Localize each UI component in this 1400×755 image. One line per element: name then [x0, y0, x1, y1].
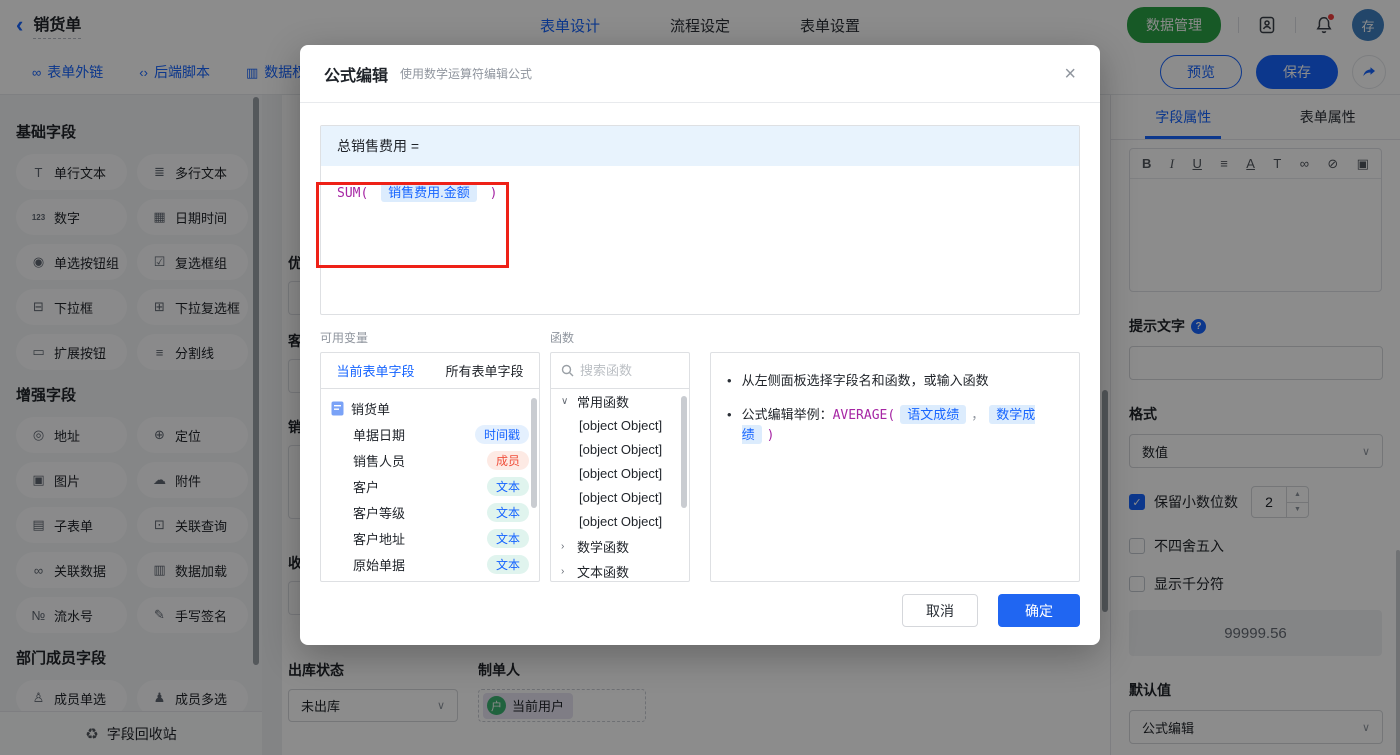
confirm-button[interactable]: 确定 [998, 594, 1080, 627]
function-item[interactable]: [object Object] [551, 486, 689, 510]
modal-title: 公式编辑 [324, 62, 388, 86]
variables-tab[interactable]: 所有表单字段 [430, 353, 539, 388]
document-icon [331, 401, 344, 416]
field-type-badge: 文本 [487, 503, 529, 522]
tip-text: 从左侧面板选择字段名和函数，或输入函数 [742, 371, 989, 391]
formula-paren: ) [490, 186, 498, 201]
variable-field-item[interactable]: 客户地址 文本 [321, 525, 539, 551]
formula-target: 总销售费用 = [321, 126, 1079, 166]
modal-subtitle: 使用数学运算符编辑公式 [400, 65, 532, 82]
variables-scrollbar[interactable] [531, 398, 537, 508]
tip-example-line: • 公式编辑举例：AVERAGE(语文成绩，数学成绩) [727, 405, 1063, 446]
modal-body: 总销售费用 = SUM( 销售费用.金额 ) 可用变量 函数 当前表单字段 所有… [300, 103, 1100, 582]
tip-line: • 从左侧面板选择字段名和函数，或输入函数 [727, 371, 1063, 391]
cancel-button[interactable]: 取消 [902, 594, 978, 627]
function-group: ∨ 常用函数 [object Object] [object Object] [551, 389, 689, 534]
expand-arrow-icon: › [561, 541, 571, 552]
function-group-label: 文本函数 [577, 562, 629, 581]
function-group-label: 数学函数 [577, 537, 629, 556]
function-group-header[interactable]: › 数学函数 [551, 534, 689, 559]
variable-field-name: 客户地址 [353, 529, 405, 548]
variables-tab[interactable]: 当前表单字段 [321, 353, 430, 388]
modal-header: 公式编辑 使用数学运算符编辑公式 × [300, 45, 1100, 103]
function-group: › 文本函数 [551, 559, 689, 582]
variable-field-name: 单据日期 [353, 425, 405, 444]
variable-field-item[interactable]: 原始单据 文本 [321, 551, 539, 577]
form-tree-root-label: 销货单 [351, 399, 390, 418]
function-group-header[interactable]: › 文本函数 [551, 559, 689, 582]
variable-field-name: 销售人员 [353, 451, 405, 470]
field-type-badge: 文本 [487, 529, 529, 548]
variable-field-name: 客户 [353, 477, 379, 496]
panel-row: 当前表单字段 所有表单字段 销货单 [320, 352, 1080, 582]
variables-label: 可用变量 [320, 329, 550, 346]
close-icon[interactable]: × [1064, 64, 1076, 84]
formula-edit-modal: 公式编辑 使用数学运算符编辑公式 × 总销售费用 = SUM( 销售费用.金额 … [300, 45, 1100, 645]
field-type-badge: 成员 [487, 451, 529, 470]
function-item[interactable]: [object Object] [551, 414, 689, 438]
variables-tree: 销货单 单据日期 时间戳 销售人员 成员 [321, 389, 539, 577]
variable-field-item[interactable]: 单据日期 时间戳 [321, 421, 539, 447]
function-group-header[interactable]: ∨ 常用函数 [551, 389, 689, 414]
field-type-badge: 时间戳 [475, 425, 529, 444]
field-type-badge: 文本 [487, 477, 529, 496]
example-field-chip-1: 语文成绩 [900, 405, 966, 424]
variable-field-item[interactable]: 客户 文本 [321, 473, 539, 499]
form-tree-root[interactable]: 销货单 [321, 395, 539, 421]
modal-footer: 取消 确定 [902, 594, 1080, 627]
function-item[interactable]: [object Object] [551, 510, 689, 534]
example-keyword: AVERAGE( [833, 408, 896, 423]
function-group: › 数学函数 [551, 534, 689, 559]
expand-arrow-icon: › [561, 566, 571, 577]
function-item[interactable]: [object Object] [551, 438, 689, 462]
variables-panel: 当前表单字段 所有表单字段 销货单 [320, 352, 540, 582]
functions-scrollbar[interactable] [681, 396, 687, 508]
field-type-badge: 文本 [487, 555, 529, 574]
formula-expression[interactable]: SUM( 销售费用.金额 ) [321, 166, 1079, 217]
function-group-label: 常用函数 [577, 392, 629, 411]
formula-keyword: SUM( [337, 186, 368, 201]
function-item[interactable]: [object Object] [551, 462, 689, 486]
function-search-input[interactable] [580, 363, 670, 378]
variable-field-item[interactable]: 客户等级 文本 [321, 499, 539, 525]
formula-tips-panel: • 从左侧面板选择字段名和函数，或输入函数 • 公式编辑举例：AVERAGE(语… [710, 352, 1080, 582]
tip-example-text: 公式编辑举例：AVERAGE(语文成绩，数学成绩) [742, 405, 1063, 446]
formula-field-chip[interactable]: 销售费用.金额 [381, 183, 477, 202]
variable-field-name: 原始单据 [353, 555, 405, 574]
function-search [551, 353, 689, 389]
search-icon [561, 364, 574, 377]
expand-arrow-icon: ∨ [561, 396, 571, 407]
variable-field-item[interactable]: 销售人员 成员 [321, 447, 539, 473]
formula-editor[interactable]: 总销售费用 = SUM( 销售费用.金额 ) [320, 125, 1080, 315]
functions-panel: ∨ 常用函数 [object Object] [object Object] [550, 352, 690, 582]
functions-label: 函数 [550, 329, 574, 346]
variable-field-name: 客户等级 [353, 503, 405, 522]
panel-labels: 可用变量 函数 [320, 329, 1080, 346]
